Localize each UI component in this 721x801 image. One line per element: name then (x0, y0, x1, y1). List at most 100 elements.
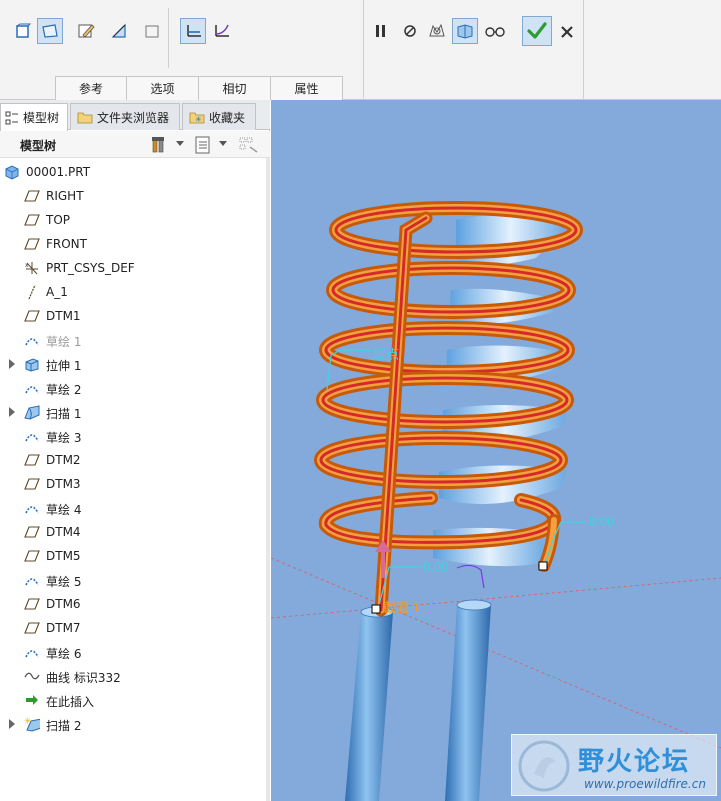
pause-button[interactable] (368, 18, 394, 44)
glasses-button[interactable] (482, 18, 508, 44)
tab-references[interactable]: 参考 (55, 76, 127, 100)
extrude-icon (24, 356, 40, 372)
tree-item[interactable]: FRONT (0, 232, 266, 256)
tab-tangency[interactable]: 相切 (199, 76, 271, 100)
expand-arrow-icon[interactable] (9, 359, 15, 369)
model-3d-view[interactable] (271, 100, 721, 801)
surface-button[interactable] (37, 18, 63, 44)
chevron-down-icon[interactable] (176, 141, 184, 146)
watermark-url: www.proewildfire.cn (584, 777, 706, 791)
dimension-value-bottom[interactable]: 0.00 (423, 559, 448, 574)
datum-plane-icon (24, 188, 40, 204)
part-icon (4, 164, 20, 180)
pause-icon (376, 25, 385, 37)
tree-item[interactable]: DTM4 (0, 520, 266, 544)
tree-item-label: DTM2 (46, 453, 81, 467)
tree-item[interactable]: DTM5 (0, 544, 266, 568)
section-label[interactable]: 截面 1 (383, 597, 420, 616)
tab-folder-browser-label: 文件夹浏览器 (97, 110, 170, 125)
tree-item[interactable]: 草绘 3 (0, 424, 266, 448)
origin-label[interactable]: 原点 (373, 344, 399, 363)
expand-arrow-icon[interactable] (9, 719, 15, 729)
tree-item[interactable]: RIGHT (0, 184, 266, 208)
datum-plane-trace (271, 557, 721, 749)
tree-item[interactable]: 在此插入 (0, 688, 266, 712)
sketch-icon (24, 500, 40, 516)
preview-button[interactable] (452, 18, 478, 44)
folder-icon (77, 112, 93, 124)
section-sketch (456, 564, 485, 589)
no-preview-button[interactable] (397, 18, 423, 44)
tree-item-label: 曲线 标识332 (46, 671, 121, 685)
panel-scrollbar[interactable] (266, 158, 270, 801)
ribbon-separator (168, 8, 169, 68)
tab-favorites[interactable]: ✳ 收藏夹 (182, 103, 256, 130)
tree-item[interactable]: 00001.PRT (0, 160, 266, 184)
tree-item[interactable]: 草绘 4 (0, 496, 266, 520)
tree-item[interactable]: DTM6 (0, 592, 266, 616)
dimension-value-top[interactable]: 0.00 (589, 514, 614, 529)
cancel-button[interactable] (554, 19, 580, 45)
model-tree-icon (5, 111, 18, 124)
datum-plane-icon (24, 596, 40, 612)
tab-favorites-label: 收藏夹 (209, 110, 246, 125)
tree-item[interactable]: TOP (0, 208, 266, 232)
chevron-down-icon[interactable] (219, 141, 227, 146)
tree-item[interactable]: 扫描 1 (0, 400, 266, 424)
tree-item[interactable]: 曲线 标识332 (0, 664, 266, 688)
model-tree: 00001.PRT RIGHT TOP FRONT x PRT_CSYS_DEF A_1 DT… (0, 160, 266, 736)
tree-item-label: TOP (46, 213, 71, 227)
tree-item[interactable]: 草绘 1 (0, 328, 266, 352)
tree-item-label: 草绘 3 (46, 431, 82, 445)
tree-item[interactable]: A_1 (0, 280, 266, 304)
expand-arrow-icon[interactable] (9, 407, 15, 417)
tree-item-label: 草绘 2 (46, 383, 82, 397)
tab-properties[interactable]: 属性 (271, 76, 343, 100)
variable-section-icon (215, 24, 229, 37)
tree-item[interactable]: 草绘 5 (0, 568, 266, 592)
tree-item[interactable]: DTM2 (0, 448, 266, 472)
model-tree-toolbar: 模型树 (0, 131, 270, 158)
check-geometry-button[interactable] (424, 18, 450, 44)
datum-plane-icon (24, 212, 40, 228)
solid-button[interactable] (10, 18, 36, 44)
datum-axis-icon (24, 284, 40, 300)
constant-section-button[interactable] (180, 18, 206, 44)
datum-plane-icon (24, 476, 40, 492)
confirm-button[interactable] (522, 16, 552, 46)
sketch-icon (24, 332, 40, 348)
sketch-edit-button[interactable] (73, 18, 99, 44)
confirm-icon (527, 22, 547, 39)
tree-item-label: DTM3 (46, 477, 81, 491)
tab-folder-browser[interactable]: 文件夹浏览器 (70, 103, 180, 130)
tree-item-label: 扫描 2 (46, 719, 82, 733)
tree-item[interactable]: 草绘 2 (0, 376, 266, 400)
tree-item-label: 草绘 6 (46, 647, 82, 661)
tree-item-label: DTM7 (46, 621, 81, 635)
remove-material-button[interactable] (106, 18, 132, 44)
svg-text:x: x (25, 262, 29, 269)
tree-item[interactable]: 拉伸 1 (0, 352, 266, 376)
tree-item[interactable]: DTM3 (0, 472, 266, 496)
tree-show-button[interactable] (194, 135, 214, 155)
extrude-cylinders[interactable] (345, 599, 492, 801)
tree-item-label: 在此插入 (46, 695, 95, 709)
tree-item[interactable]: ✳ 扫描 2 (0, 712, 266, 736)
tree-item[interactable]: x PRT_CSYS_DEF (0, 256, 266, 280)
graphics-viewport[interactable]: 原点 截面 1 0.00 0.00 野火论坛 www.proewildfire.… (271, 100, 721, 801)
tree-item[interactable]: 草绘 6 (0, 640, 266, 664)
variable-section-button[interactable] (208, 18, 234, 44)
insert-here-icon (24, 692, 40, 708)
tab-options[interactable]: 选项 (127, 76, 199, 100)
constant-section-icon (187, 25, 201, 37)
cancel-icon (561, 26, 573, 38)
tab-model-tree[interactable]: 模型树 (0, 103, 68, 131)
tree-item[interactable]: DTM1 (0, 304, 266, 328)
tree-columns-button[interactable] (238, 135, 260, 155)
watermark-title: 野火论坛 (578, 747, 691, 777)
end-point-handle[interactable] (538, 561, 548, 571)
tree-settings-button[interactable] (150, 135, 172, 155)
tree-item[interactable]: DTM7 (0, 616, 266, 640)
thin-button[interactable] (139, 18, 165, 44)
start-point-handle[interactable] (371, 604, 381, 614)
